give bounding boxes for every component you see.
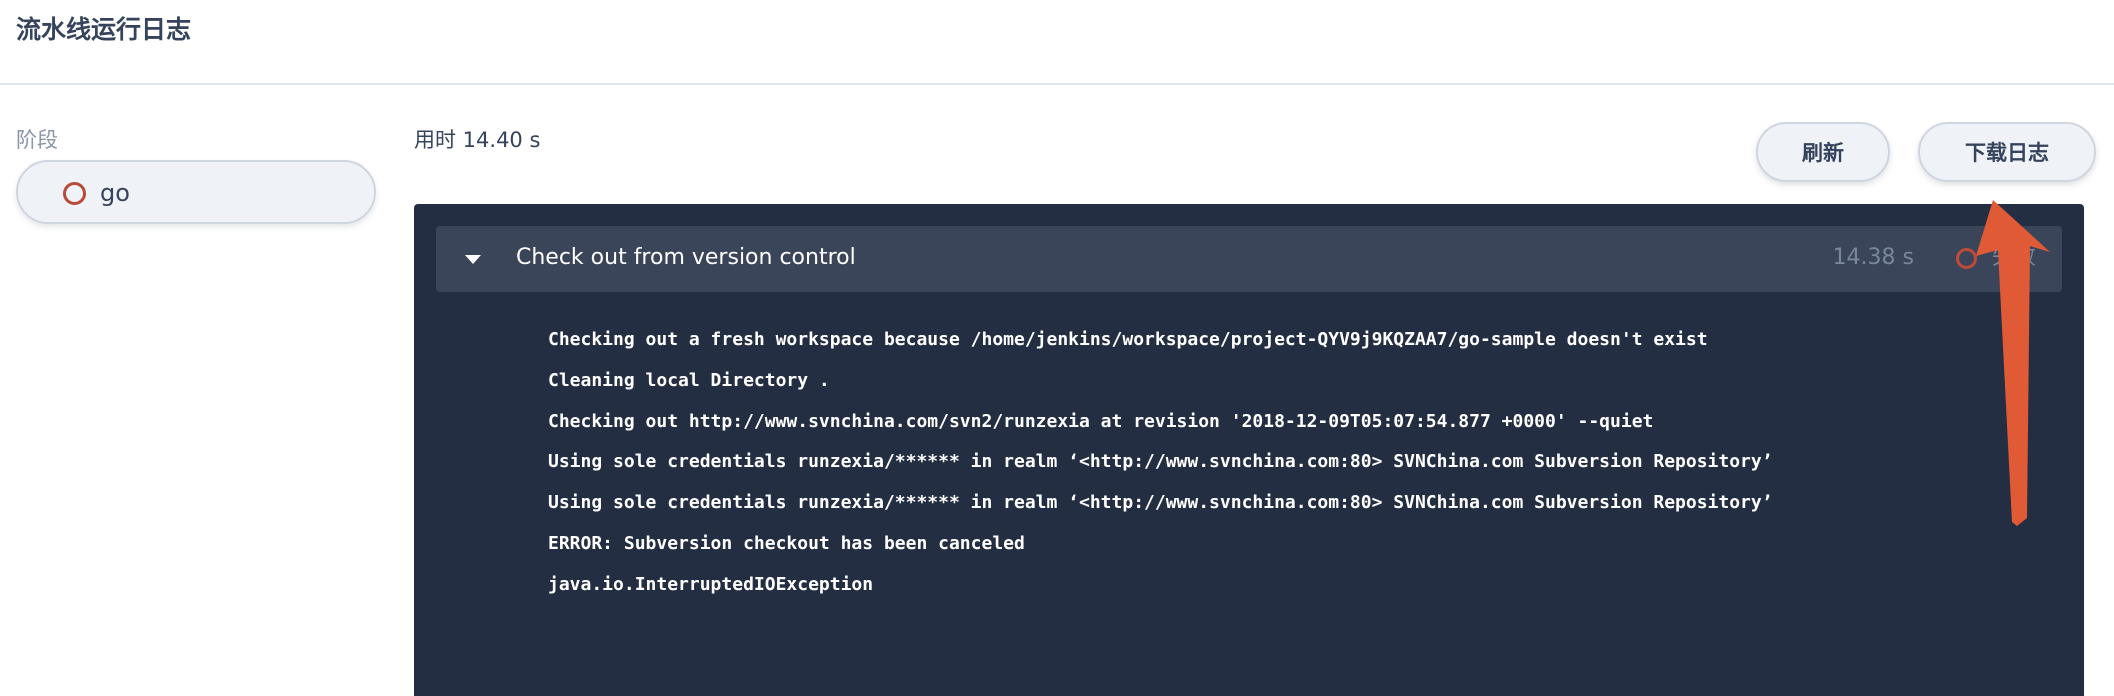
download-log-button[interactable]: 下载日志 [1918, 122, 2096, 182]
pipeline-log-page: 流水线运行日志 阶段 go 用时 14.40 s 刷新 下载日志 Check o… [0, 0, 2114, 696]
log-line: Checking out a fresh workspace because /… [548, 329, 1708, 350]
header-divider [0, 83, 2114, 85]
log-line: Checking out http://www.svnchina.com/svn… [548, 410, 1654, 432]
failed-status-icon [63, 182, 86, 205]
caret-down-icon[interactable] [465, 255, 481, 264]
step-duration: 14.38 s [1832, 245, 1914, 270]
failed-status-icon [1956, 248, 1977, 269]
log-line: Cleaning local Directory . [548, 369, 830, 391]
run-duration: 用时 14.40 s [414, 128, 541, 152]
page-title: 流水线运行日志 [16, 15, 192, 44]
log-line: ERROR: Subversion checkout has been canc… [548, 532, 1025, 554]
stage-item-label: go [100, 179, 130, 207]
log-panel: Check out from version control 14.38 s 失… [414, 204, 2084, 696]
stage-item-go[interactable]: go [16, 160, 376, 224]
log-line: java.io.InterruptedIOException [548, 573, 874, 595]
refresh-button[interactable]: 刷新 [1756, 122, 1890, 182]
step-header[interactable]: Check out from version control 14.38 s 失… [436, 226, 2062, 292]
log-line: Using sole credentials runzexia/****** i… [548, 451, 1773, 473]
log-output: Checking out a fresh workspace because /… [548, 320, 1773, 606]
log-line: Using sole credentials runzexia/****** i… [548, 492, 1773, 514]
step-status: 失败 [1992, 245, 2037, 270]
step-title: Check out from version control [516, 245, 856, 270]
stage-section-label: 阶段 [16, 128, 58, 152]
